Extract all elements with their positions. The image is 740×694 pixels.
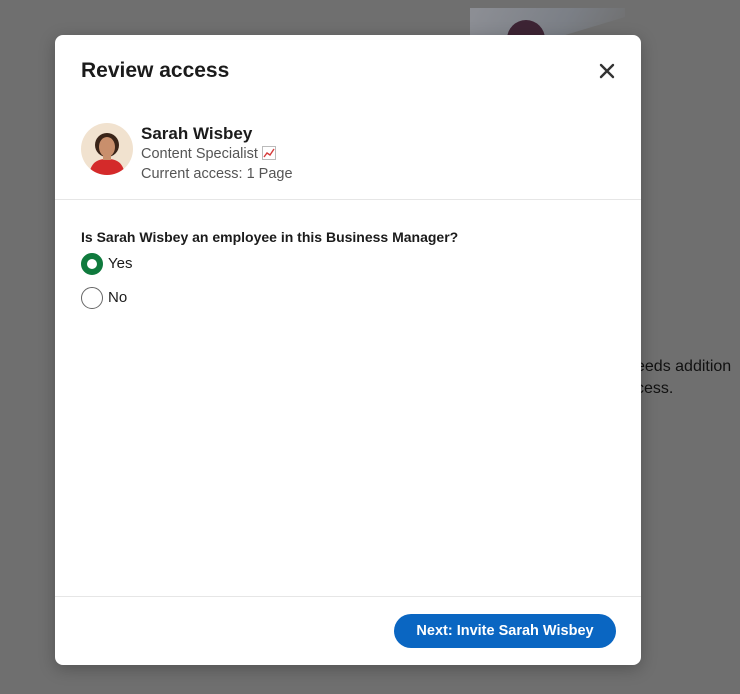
radio-option-yes[interactable]: Yes [81,251,132,277]
radio-option-no[interactable]: No [81,285,127,311]
background-text-line: cess. [636,380,674,397]
divider [55,199,641,200]
background-text: eeds addition cess. [636,356,731,400]
radio-button-checked[interactable] [81,253,103,275]
employee-question: Is Sarah Wisbey an employee in this Busi… [81,229,459,245]
avatar [81,123,133,175]
dialog-title: Review access [81,59,230,82]
background-text-line: eeds addition [636,358,732,375]
user-role-text: Content Specialist [141,146,258,162]
next-invite-button[interactable]: Next: Invite Sarah Wisbey [394,614,616,648]
user-role: Content Specialist [141,144,276,164]
user-name: Sarah Wisbey [141,124,253,143]
review-access-dialog: Review access Sarah Wisbey Content Speci… [55,35,641,665]
avatar-photo [81,123,133,175]
close-icon [599,63,615,79]
divider [55,596,641,597]
radio-label: No [108,289,128,306]
radio-button-unchecked[interactable] [81,287,103,309]
current-access: Current access: 1 Page [141,166,293,182]
chart-increasing-icon [261,146,276,160]
user-profile: Sarah Wisbey Content Specialist Current … [81,123,621,183]
close-button[interactable] [595,59,619,83]
radio-label: Yes [108,255,133,272]
background-banner [470,8,625,38]
